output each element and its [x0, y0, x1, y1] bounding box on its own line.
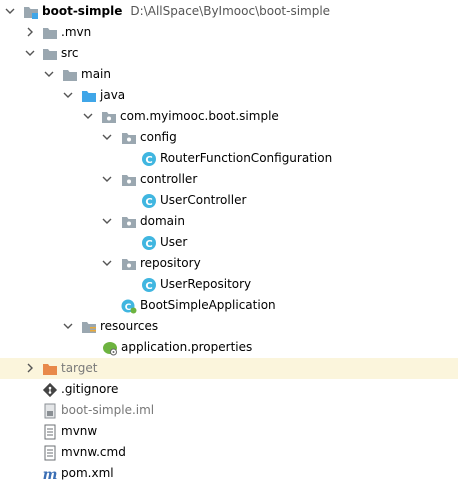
tree-label: resources	[100, 319, 159, 333]
tree-label: main	[81, 67, 111, 81]
tree-row-user[interactable]: C User	[0, 232, 458, 253]
project-name: boot-simple	[42, 4, 123, 18]
chevron-down-icon[interactable]	[102, 169, 114, 190]
tree-row-pom[interactable]: m pom.xml	[0, 463, 458, 484]
source-folder-icon	[81, 88, 97, 104]
chevron-down-icon[interactable]	[83, 106, 95, 127]
project-tree: boot-simple D:\AllSpace\ByImooc\boot-simp…	[0, 0, 458, 484]
tree-row-main[interactable]: main	[0, 64, 458, 85]
tree-label: RouterFunctionConfiguration	[160, 151, 333, 165]
package-icon	[121, 256, 137, 272]
tree-row-user-repository[interactable]: C UserRepository	[0, 274, 458, 295]
package-icon	[101, 109, 117, 125]
tree-row-user-controller[interactable]: C UserController	[0, 190, 458, 211]
tree-row-config[interactable]: config	[0, 127, 458, 148]
folder-icon	[42, 46, 58, 62]
tree-label: pom.xml	[61, 466, 114, 480]
spring-boot-class-icon: C	[121, 298, 137, 314]
tree-row-package[interactable]: com.myimooc.boot.simple	[0, 106, 458, 127]
chevron-down-icon[interactable]	[102, 127, 114, 148]
resources-folder-icon	[81, 319, 97, 335]
git-icon	[42, 382, 58, 398]
svg-text:m: m	[43, 467, 58, 482]
class-icon: C	[141, 235, 157, 251]
tree-label: repository	[140, 256, 201, 270]
tree-label: java	[100, 88, 126, 102]
tree-label: mvnw	[61, 424, 98, 438]
tree-row-java[interactable]: java	[0, 85, 458, 106]
tree-label: UserRepository	[160, 277, 252, 291]
tree-row-gitignore[interactable]: .gitignore	[0, 379, 458, 400]
module-folder-icon	[23, 4, 39, 20]
tree-row-target[interactable]: target	[0, 358, 458, 379]
tree-row-mvn[interactable]: .mvn	[0, 22, 458, 43]
class-icon: C	[141, 277, 157, 293]
package-icon	[121, 214, 137, 230]
chevron-down-icon[interactable]	[63, 316, 75, 337]
folder-icon	[62, 67, 78, 83]
svg-text:C: C	[145, 239, 152, 250]
project-path: D:\AllSpace\ByImooc\boot-simple	[130, 4, 331, 18]
tree-label: domain	[140, 214, 185, 228]
tree-row-src[interactable]: src	[0, 43, 458, 64]
tree-row-mvnw-cmd[interactable]: mvnw.cmd	[0, 442, 458, 463]
tree-label: src	[61, 46, 79, 60]
tree-label: boot-simple.iml	[61, 403, 155, 417]
chevron-down-icon[interactable]	[25, 43, 37, 64]
chevron-down-icon[interactable]	[5, 1, 17, 22]
tree-row-repository[interactable]: repository	[0, 253, 458, 274]
tree-label: com.myimooc.boot.simple	[120, 109, 279, 123]
svg-text:C: C	[145, 155, 152, 166]
module-file-icon	[42, 403, 58, 419]
tree-row-iml[interactable]: boot-simple.iml	[0, 400, 458, 421]
svg-text:C: C	[125, 303, 132, 313]
chevron-right-icon[interactable]	[25, 22, 37, 43]
maven-icon: m	[42, 466, 58, 483]
tree-row-boot-simple-application[interactable]: C BootSimpleApplication	[0, 295, 458, 316]
tree-label: mvnw.cmd	[61, 445, 126, 459]
chevron-down-icon[interactable]	[102, 253, 114, 274]
package-icon	[121, 172, 137, 188]
package-icon	[121, 130, 137, 146]
tree-row-domain[interactable]: domain	[0, 211, 458, 232]
chevron-down-icon[interactable]	[44, 64, 56, 85]
tree-row-mvnw[interactable]: mvnw	[0, 421, 458, 442]
tree-label: application.properties	[121, 340, 253, 354]
svg-text:C: C	[145, 197, 152, 208]
tree-label: UserController	[160, 193, 247, 207]
tree-label: controller	[140, 172, 198, 186]
tree-label: target	[61, 361, 98, 375]
svg-text:C: C	[145, 281, 152, 292]
class-icon: C	[141, 151, 157, 167]
tree-row-router-function-configuration[interactable]: C RouterFunctionConfiguration	[0, 148, 458, 169]
excluded-folder-icon	[42, 361, 58, 377]
tree-row-resources[interactable]: resources	[0, 316, 458, 337]
tree-label: .mvn	[61, 25, 92, 39]
tree-label: config	[140, 130, 177, 144]
tree-row-application-properties[interactable]: application.properties	[0, 337, 458, 358]
folder-icon	[42, 25, 58, 41]
chevron-right-icon[interactable]	[25, 358, 37, 379]
tree-row-project-root[interactable]: boot-simple D:\AllSpace\ByImooc\boot-simp…	[0, 1, 458, 22]
text-file-icon	[42, 445, 58, 461]
text-file-icon	[42, 424, 58, 440]
class-icon: C	[141, 193, 157, 209]
tree-label: User	[160, 235, 188, 249]
tree-row-controller[interactable]: controller	[0, 169, 458, 190]
spring-properties-icon	[102, 340, 118, 356]
chevron-down-icon[interactable]	[63, 85, 75, 106]
tree-label: .gitignore	[61, 382, 119, 396]
tree-label: BootSimpleApplication	[140, 298, 276, 312]
chevron-down-icon[interactable]	[102, 211, 114, 232]
